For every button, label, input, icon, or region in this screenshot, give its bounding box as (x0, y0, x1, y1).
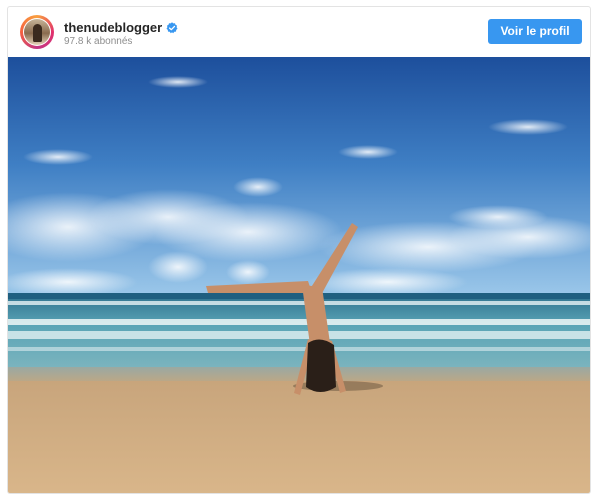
post-header: thenudeblogger 97.8 k abonnés Voir le pr… (8, 7, 590, 57)
view-profile-button[interactable]: Voir le profil (488, 19, 582, 44)
avatar[interactable] (20, 15, 54, 49)
verified-badge-icon (166, 21, 178, 34)
embedded-post-card: thenudeblogger 97.8 k abonnés Voir le pr… (7, 6, 591, 494)
username-link[interactable]: thenudeblogger (64, 20, 162, 35)
avatar-image (23, 18, 51, 46)
post-photo[interactable] (8, 57, 590, 493)
follower-count: 97.8 k abonnés (64, 36, 133, 47)
username-row: thenudeblogger (64, 19, 178, 35)
beach-handstand-photo (8, 57, 590, 493)
